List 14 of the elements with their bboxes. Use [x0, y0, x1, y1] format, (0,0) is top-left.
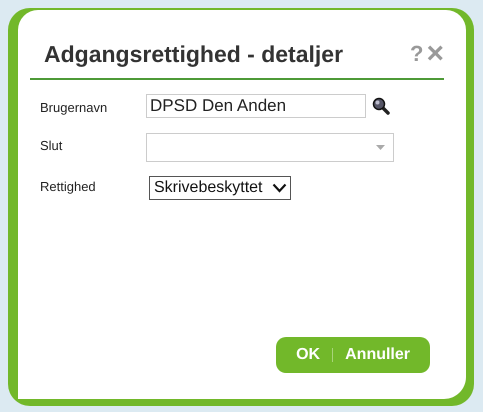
- search-icon[interactable]: [372, 97, 390, 115]
- dropdown-field[interactable]: [146, 133, 394, 162]
- field-label: Slut: [40, 137, 64, 153]
- input-field[interactable]: DPSD Den Anden: [146, 94, 366, 118]
- field-label: Rettighed: [40, 178, 97, 194]
- caret-icon: [376, 145, 385, 150]
- field-label: Brugernavn: [40, 99, 108, 115]
- dialog-title: Adgangsrettighed - detaljer: [44, 40, 344, 68]
- help-button[interactable]: ?: [410, 41, 424, 67]
- close-button[interactable]: ×: [426, 43, 444, 65]
- cancel-button[interactable]: Annuller: [345, 346, 410, 364]
- dropdown-field[interactable]: Skrivebeskyttet: [149, 176, 291, 200]
- caret-icon: [272, 183, 287, 193]
- ok-button[interactable]: OK: [296, 346, 320, 364]
